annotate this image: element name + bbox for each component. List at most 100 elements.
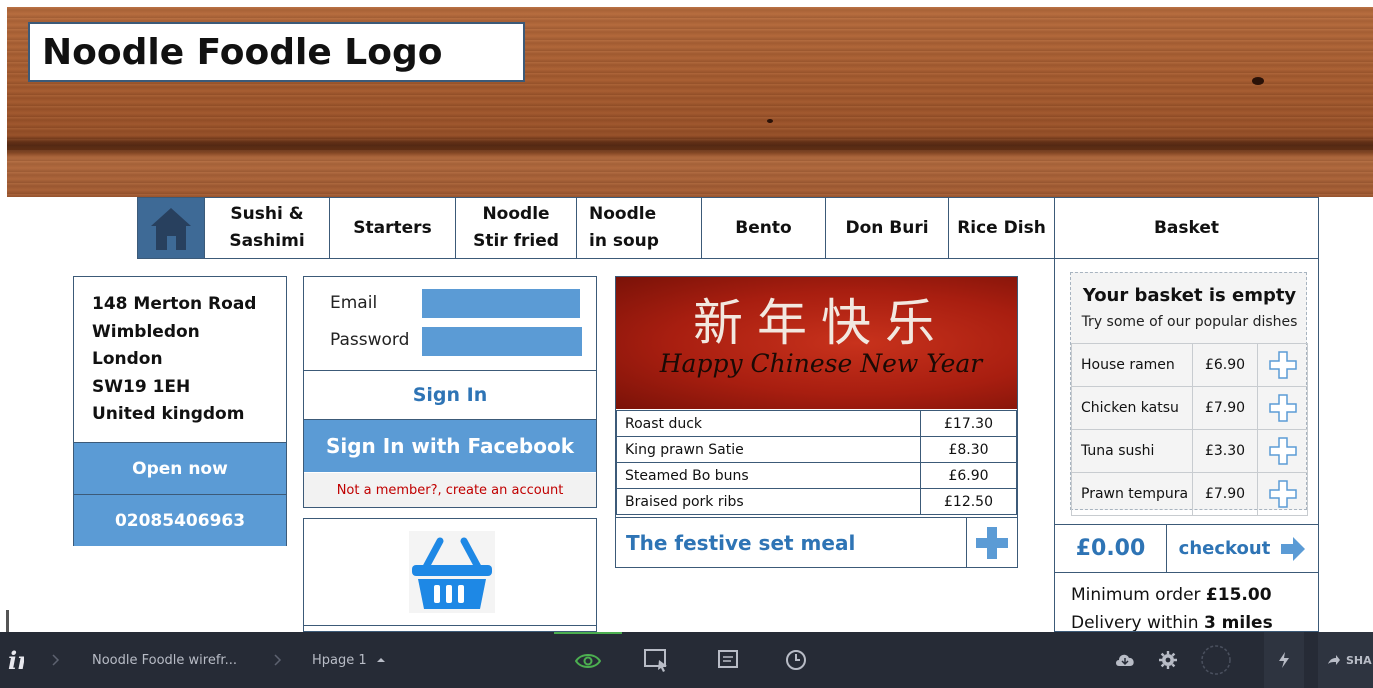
plus-icon: [976, 526, 1008, 559]
bolt-icon[interactable]: [1264, 632, 1304, 688]
empty-basket-panel: Your basket is empty Try some of our pop…: [1070, 272, 1308, 516]
email-field[interactable]: [422, 289, 580, 318]
dish-name: Tuna sushi: [1071, 429, 1193, 473]
min-order-value: £15.00: [1205, 585, 1272, 605]
min-order-prefix: Minimum order: [1071, 585, 1206, 605]
delivery-line: Delivery within 3 miles: [1071, 609, 1302, 632]
dish-name: Roast duck: [616, 410, 921, 437]
open-now-button[interactable]: Open now: [74, 442, 286, 494]
table-row[interactable]: Braised pork ribs £12.50: [616, 488, 1017, 515]
new-year-greeting: Happy Chinese New Year: [659, 349, 983, 378]
user-avatar-icon[interactable]: [1200, 632, 1232, 688]
address-line: Wimbledon: [92, 321, 200, 342]
chinese-greeting: 新年快乐: [693, 294, 949, 352]
logo[interactable]: Noodle Foodle Logo: [28, 22, 525, 82]
basket-total: £0.00: [1054, 524, 1167, 573]
plus-outline-icon: [1268, 351, 1297, 379]
delivery-prefix: Delivery within: [1071, 613, 1204, 632]
comment-icon: [718, 650, 738, 668]
dish-name: King prawn Satie: [616, 436, 921, 463]
plus-outline-icon: [1268, 437, 1297, 465]
comment-mode-button[interactable]: [694, 632, 762, 688]
password-field[interactable]: [422, 327, 582, 356]
chevron-right-icon: [52, 632, 60, 688]
create-account-link[interactable]: Not a member?, create an account: [304, 473, 596, 507]
promo-card: 新年快乐 Happy Chinese New Year Roast duck £1…: [615, 276, 1018, 568]
nav-label: Noodle in soup: [589, 204, 659, 251]
festive-set-meal-label[interactable]: The festive set meal: [616, 517, 966, 567]
project-name[interactable]: Noodle Foodle wirefr...: [92, 632, 237, 688]
address-line: United kingdom: [92, 404, 245, 424]
phone-button[interactable]: 02085406963: [74, 494, 286, 546]
app-logo[interactable]: in: [8, 632, 24, 688]
plus-outline-icon: [1268, 394, 1297, 422]
address-card: 148 Merton Road Wimbledon London SW19 1E…: [73, 276, 287, 546]
gear-icon[interactable]: [1158, 632, 1178, 688]
sign-in-button[interactable]: Sign In: [304, 370, 596, 420]
home-icon: [151, 208, 191, 250]
dish-name: House ramen: [1071, 343, 1193, 387]
basket-empty-subtitle: Try some of our popular dishes: [1081, 314, 1298, 330]
share-button[interactable]: SHA: [1318, 632, 1373, 688]
prototype-toolbar: in Noodle Foodle wirefr... Hpage 1: [0, 632, 1373, 688]
facebook-sign-in-button[interactable]: Sign In with Facebook: [304, 420, 596, 472]
nav-starters[interactable]: Starters: [330, 197, 456, 259]
dish-price: £12.50: [920, 488, 1017, 515]
nav-label: Bento: [735, 217, 792, 238]
history-mode-button[interactable]: [762, 632, 830, 688]
basket-empty-title: Your basket is empty: [1082, 285, 1297, 306]
basket-heading[interactable]: Basket: [1054, 197, 1319, 259]
table-row: Prawn tempura £7.90: [1071, 472, 1308, 516]
plus-outline-icon: [1268, 480, 1297, 508]
page-selector[interactable]: Hpage 1: [312, 632, 385, 688]
nav-sushi-sashimi[interactable]: Sushi & Sashimi: [205, 197, 330, 259]
table-row[interactable]: Roast duck £17.30: [616, 410, 1017, 437]
dish-price: £3.30: [1192, 429, 1258, 473]
checkout-button[interactable]: checkout: [1167, 524, 1319, 573]
nav-label: Sushi & Sashimi: [229, 204, 305, 251]
dish-price: £7.90: [1192, 386, 1258, 430]
nav-home[interactable]: [137, 197, 205, 259]
nav-label: Rice Dish: [957, 217, 1046, 238]
delivery-value: 3 miles: [1203, 613, 1273, 632]
share-arrow-icon: [1328, 655, 1340, 665]
cloud-icon[interactable]: [1114, 632, 1136, 688]
nav-bento[interactable]: Bento: [702, 197, 826, 259]
inspect-mode-button[interactable]: [622, 632, 690, 688]
caret-up-icon: [376, 658, 385, 662]
eye-icon: [575, 654, 601, 668]
add-dish-button[interactable]: [1257, 472, 1308, 516]
add-festive-meal-button[interactable]: [966, 517, 1017, 567]
dish-price: £8.30: [920, 436, 1017, 463]
dish-price: £17.30: [920, 410, 1017, 437]
nav-rice-dish[interactable]: Rice Dish: [949, 197, 1055, 259]
add-dish-button[interactable]: [1257, 386, 1308, 430]
arrow-right-icon: [1281, 536, 1306, 561]
wood-knot: [767, 119, 773, 123]
main-nav: Sushi & Sashimi Starters Noodle Stir fri…: [137, 197, 1055, 259]
table-row: House ramen £6.90: [1071, 343, 1308, 387]
table-row[interactable]: King prawn Satie £8.30: [616, 436, 1017, 463]
dish-name: Braised pork ribs: [616, 488, 921, 515]
address-line: 148 Merton Road: [92, 294, 257, 314]
table-row: Tuna sushi £3.30: [1071, 429, 1308, 473]
dish-price: £6.90: [1192, 343, 1258, 387]
preview-mode-button[interactable]: [554, 632, 622, 688]
nav-label: Don Buri: [845, 217, 929, 238]
table-row[interactable]: Steamed Bo buns £6.90: [616, 462, 1017, 489]
dish-price: £6.90: [920, 462, 1017, 489]
nav-don-buri[interactable]: Don Buri: [826, 197, 949, 259]
shopping-basket-icon[interactable]: [410, 535, 494, 613]
email-label: Email: [330, 293, 378, 313]
popular-dishes-table: House ramen £6.90 Chicken katsu £7.90 Tu…: [1071, 343, 1308, 516]
order-info: Minimum order £15.00 Delivery within 3 m…: [1054, 573, 1319, 632]
dish-name: Chicken katsu: [1071, 386, 1193, 430]
nav-noodle-in-soup[interactable]: Noodle in soup: [577, 197, 702, 259]
page-name: Hpage 1: [312, 652, 367, 668]
festive-dishes-table: Roast duck £17.30 King prawn Satie £8.30 S…: [616, 410, 1017, 515]
nav-label: Noodle Stir fried: [473, 204, 559, 251]
add-dish-button[interactable]: [1257, 343, 1308, 387]
add-dish-button[interactable]: [1257, 429, 1308, 473]
wood-knot: [1252, 77, 1264, 85]
nav-noodle-stir-fried[interactable]: Noodle Stir fried: [456, 197, 577, 259]
